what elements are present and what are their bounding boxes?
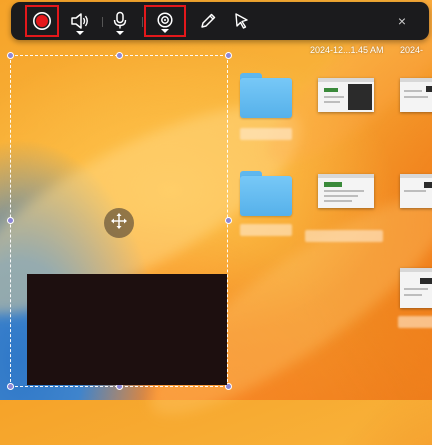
file-timestamp: 2024-12...1.45 AM	[310, 45, 384, 55]
webcam-preview[interactable]	[27, 274, 227, 385]
chevron-down-icon[interactable]	[116, 31, 124, 35]
chevron-down-icon[interactable]	[76, 31, 84, 35]
system-audio-button[interactable]	[63, 5, 97, 37]
recording-toolbar: ×	[11, 2, 429, 40]
file-label-blurred	[305, 230, 383, 242]
webcam-button[interactable]	[144, 5, 186, 37]
record-button[interactable]	[25, 5, 59, 37]
screenshot-thumbnail[interactable]	[400, 174, 432, 208]
folder-label-blurred	[240, 128, 292, 140]
microphone-button[interactable]	[103, 5, 137, 37]
folder-label-blurred	[240, 224, 292, 236]
resize-handle-left[interactable]	[7, 217, 14, 224]
webcam-icon	[156, 12, 174, 30]
chevron-down-icon[interactable]	[161, 29, 169, 33]
file-timestamp: 2024-	[400, 45, 424, 55]
file-label-blurred	[398, 316, 432, 328]
move-arrows-icon	[110, 212, 128, 235]
move-region-button[interactable]	[104, 208, 134, 238]
resize-handle-top-right[interactable]	[225, 52, 232, 59]
resize-handle-top[interactable]	[116, 52, 123, 59]
toolbar-divider	[142, 17, 143, 27]
desktop-folder[interactable]	[238, 70, 294, 120]
resize-handle-top-left[interactable]	[7, 52, 14, 59]
resize-handle-right[interactable]	[225, 217, 232, 224]
screenshot-thumbnail[interactable]	[318, 174, 374, 208]
screenshot-thumbnail[interactable]	[400, 78, 432, 112]
cursor-arrow-icon	[233, 12, 251, 30]
speaker-icon	[70, 12, 90, 30]
desktop-folder[interactable]	[238, 168, 294, 218]
pencil-icon	[199, 12, 217, 30]
close-button[interactable]: ×	[385, 5, 419, 37]
screenshot-thumbnail[interactable]	[318, 78, 374, 112]
annotate-button[interactable]	[191, 5, 225, 37]
select-cursor-button[interactable]	[225, 5, 259, 37]
resize-handle-bottom-left[interactable]	[7, 383, 14, 390]
microphone-icon	[112, 11, 128, 31]
close-icon: ×	[397, 13, 407, 29]
screenshot-thumbnail[interactable]	[400, 268, 432, 308]
record-icon	[32, 11, 52, 31]
